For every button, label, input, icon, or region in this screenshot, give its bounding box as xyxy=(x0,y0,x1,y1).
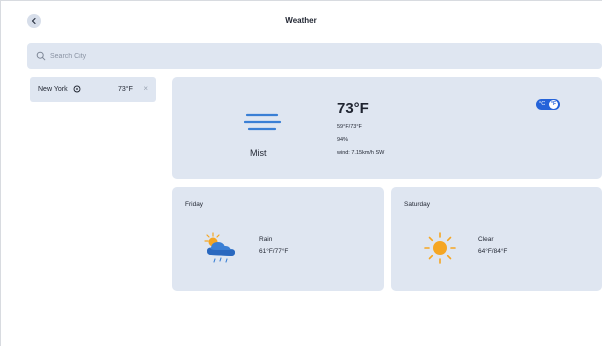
forecast-card-saturday: Saturday Clear 64°F/84°F xyxy=(391,187,602,291)
current-temp: 73°F xyxy=(337,100,369,117)
forecast-temp-range: 61°F/77°F xyxy=(259,248,289,255)
unit-celsius-label: °C xyxy=(539,101,546,107)
forecast-temp-range: 64°F/84°F xyxy=(478,248,508,255)
rain-cloud-sun-icon xyxy=(204,232,235,263)
search-input[interactable] xyxy=(50,49,350,63)
city-list-item[interactable]: New York 73°F × xyxy=(30,77,156,102)
left-divider xyxy=(0,0,1,346)
unit-toggle[interactable]: °C °F xyxy=(536,99,560,110)
current-condition: Mist xyxy=(250,148,267,158)
mist-icon xyxy=(244,113,282,131)
page-title: Weather xyxy=(285,16,317,25)
top-divider xyxy=(0,0,602,1)
forecast-card-friday: Friday Rain 61°F/77°F xyxy=(172,187,384,291)
sun-icon xyxy=(424,232,456,264)
location-target-icon xyxy=(73,85,81,93)
unit-fahrenheit-knob: °F xyxy=(549,100,558,109)
current-temp-range: 59°F/73°F xyxy=(337,124,362,130)
current-weather-card: Mist 73°F 59°F/73°F 94% wind: 7.15km/h S… xyxy=(172,77,602,179)
forecast-day: Friday xyxy=(185,201,204,208)
current-humidity: 94% xyxy=(337,137,349,143)
current-wind: wind: 7.15km/h SW xyxy=(337,150,385,156)
city-name: New York xyxy=(38,86,68,93)
forecast-condition: Clear xyxy=(478,236,494,243)
search-icon xyxy=(36,51,46,61)
close-icon[interactable]: × xyxy=(143,85,148,93)
forecast-condition: Rain xyxy=(259,236,273,243)
city-temp: 73°F xyxy=(118,86,133,93)
search-bar[interactable] xyxy=(27,43,602,69)
forecast-day: Saturday xyxy=(404,201,431,208)
